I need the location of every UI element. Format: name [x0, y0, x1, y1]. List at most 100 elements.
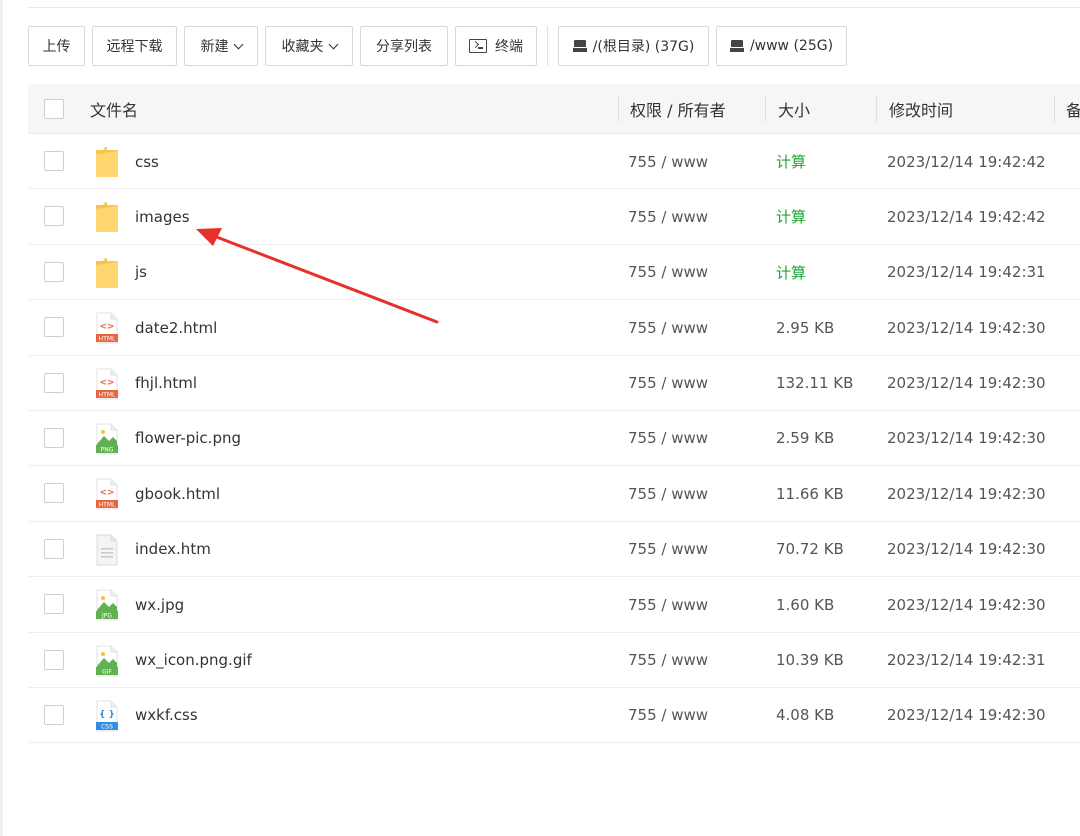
- column-header-mtime[interactable]: 修改时间: [889, 84, 953, 134]
- file-permission[interactable]: 755 / www: [628, 300, 708, 355]
- svg-text:PNG: PNG: [101, 446, 114, 453]
- file-permission[interactable]: 755 / www: [628, 134, 708, 189]
- table-row[interactable]: <> HTML date2.html 755 / www 2.95 KB 2023…: [28, 300, 1080, 356]
- row-checkbox[interactable]: [44, 427, 64, 448]
- file-size: 70.72 KB: [776, 540, 844, 559]
- left-edge: [0, 0, 3, 836]
- table-row[interactable]: GIF wx_icon.png.gif 755 / www 10.39 KB 2…: [28, 633, 1080, 688]
- select-all-checkbox[interactable]: [44, 99, 64, 119]
- file-name[interactable]: wx_icon.png.gif: [135, 633, 252, 688]
- file-size: 1.60 KB: [776, 595, 835, 614]
- file-modified-time: 2023/12/14 19:42:30: [887, 429, 1046, 448]
- column-divider: [1054, 96, 1055, 122]
- table-row[interactable]: JPG wx.jpg 755 / www 1.60 KB 2023/12/14 …: [28, 577, 1080, 633]
- disk-icon: [729, 40, 744, 52]
- file-modified-time: 2023/12/14 19:42:30: [887, 595, 1046, 614]
- file-permission[interactable]: 755 / www: [628, 688, 708, 743]
- disk-www-button[interactable]: /www (25G): [716, 26, 847, 66]
- table-row[interactable]: { } CSS wxkf.css 755 / www 4.08 KB 2023/1…: [28, 688, 1080, 744]
- column-divider: [876, 96, 877, 122]
- calculate-size-link[interactable]: 计算: [776, 134, 806, 189]
- share-list-button[interactable]: 分享列表: [360, 26, 448, 66]
- row-checkbox[interactable]: [44, 261, 64, 282]
- table-row[interactable]: js 755 / www 计算 2023/12/14 19:42:31: [28, 245, 1080, 301]
- row-checkbox[interactable]: [44, 594, 64, 615]
- file-permission[interactable]: 755 / www: [628, 633, 708, 688]
- column-header-perm[interactable]: 权限 / 所有者: [630, 84, 726, 134]
- table-header: 文件名 权限 / 所有者 大小 修改时间 备: [28, 84, 1080, 134]
- row-checkbox[interactable]: [44, 151, 64, 171]
- chevron-down-icon: [233, 39, 243, 49]
- file-size: 11.66 KB: [776, 484, 844, 503]
- terminal-icon: [469, 39, 487, 53]
- table-body: css 755 / www 计算 2023/12/14 19:42:42 ima…: [28, 134, 1080, 744]
- file-permission[interactable]: 755 / www: [628, 245, 708, 300]
- file-permission[interactable]: 755 / www: [628, 466, 708, 521]
- file-permission[interactable]: 755 / www: [628, 189, 708, 244]
- disk-root-button[interactable]: /(根目录) (37G): [558, 26, 709, 66]
- file-table: 文件名 权限 / 所有者 大小 修改时间 备 css 755 / www 计算 …: [28, 84, 1080, 744]
- file-size: 2.59 KB: [776, 429, 835, 448]
- terminal-button[interactable]: 终端: [455, 26, 537, 66]
- table-row[interactable]: images 755 / www 计算 2023/12/14 19:42:42: [28, 189, 1080, 245]
- remote-download-button[interactable]: 远程下载: [92, 26, 177, 66]
- file-name[interactable]: fhjl.html: [135, 356, 197, 411]
- column-divider: [765, 96, 766, 122]
- upload-label: 上传: [42, 39, 71, 55]
- column-header-size-label: 大小: [778, 101, 811, 120]
- file-permission[interactable]: 755 / www: [628, 522, 708, 577]
- column-header-note-label: 备: [1066, 101, 1080, 120]
- table-row[interactable]: index.htm 755 / www 70.72 KB 2023/12/14 …: [28, 522, 1080, 578]
- toolbar-separator: [547, 26, 548, 66]
- table-row[interactable]: <> HTML fhjl.html 755 / www 132.11 KB 202…: [28, 356, 1080, 411]
- remote-download-label: 远程下载: [106, 39, 163, 55]
- column-header-name-label: 文件名: [90, 101, 139, 120]
- file-name[interactable]: css: [135, 134, 159, 189]
- file-size: 132.11 KB: [776, 374, 854, 393]
- folder-icon: [95, 257, 119, 289]
- file-name[interactable]: images: [135, 189, 190, 244]
- row-checkbox[interactable]: [44, 483, 64, 504]
- row-checkbox[interactable]: [44, 372, 64, 393]
- disk-www-label: /www (25G): [749, 38, 834, 54]
- file-name[interactable]: wxkf.css: [135, 688, 198, 743]
- file-name[interactable]: js: [135, 245, 147, 300]
- file-permission[interactable]: 755 / www: [628, 577, 708, 632]
- svg-text:{ }: { }: [99, 710, 115, 720]
- column-header-size[interactable]: 大小: [778, 84, 810, 134]
- share-list-label: 分享列表: [376, 39, 432, 55]
- svg-text:<>: <>: [99, 378, 114, 388]
- favorites-button[interactable]: 收藏夹: [265, 26, 353, 66]
- file-permission[interactable]: 755 / www: [628, 411, 708, 466]
- calculate-size-link[interactable]: 计算: [776, 189, 806, 244]
- new-button[interactable]: 新建: [184, 26, 258, 66]
- column-header-note[interactable]: 备: [1066, 84, 1080, 134]
- html-file-icon: <> HTML: [95, 368, 119, 400]
- jpg-file-icon: JPG: [95, 589, 119, 621]
- file-name[interactable]: flower-pic.png: [135, 411, 241, 466]
- file-name[interactable]: wx.jpg: [135, 577, 184, 632]
- file-name[interactable]: gbook.html: [135, 466, 220, 521]
- disk-icon: [572, 40, 587, 52]
- svg-text:CSS: CSS: [101, 723, 113, 730]
- file-name[interactable]: index.htm: [135, 522, 211, 577]
- svg-text:JPG: JPG: [101, 613, 112, 620]
- file-permission[interactable]: 755 / www: [628, 356, 708, 411]
- row-checkbox[interactable]: [44, 206, 64, 227]
- file-toolbar: 上传 远程下载 新建 收藏夹 分享列表 终端 /(根目录) (37G) /www…: [28, 26, 854, 66]
- table-row[interactable]: css 755 / www 计算 2023/12/14 19:42:42: [28, 134, 1080, 190]
- svg-text:GIF: GIF: [102, 668, 112, 675]
- gif-file-icon: GIF: [95, 645, 119, 677]
- row-checkbox[interactable]: [44, 317, 64, 338]
- column-header-name[interactable]: 文件名: [90, 84, 138, 134]
- svg-text:HTML: HTML: [99, 502, 116, 509]
- row-checkbox[interactable]: [44, 649, 64, 670]
- folder-icon: [95, 201, 119, 233]
- table-row[interactable]: PNG flower-pic.png 755 / www 2.59 KB 202…: [28, 411, 1080, 467]
- file-name[interactable]: date2.html: [135, 300, 217, 355]
- calculate-size-link[interactable]: 计算: [776, 245, 806, 300]
- upload-button[interactable]: 上传: [28, 26, 85, 66]
- row-checkbox[interactable]: [44, 538, 64, 559]
- table-row[interactable]: <> HTML gbook.html 755 / www 11.66 KB 202…: [28, 466, 1080, 522]
- row-checkbox[interactable]: [44, 704, 64, 725]
